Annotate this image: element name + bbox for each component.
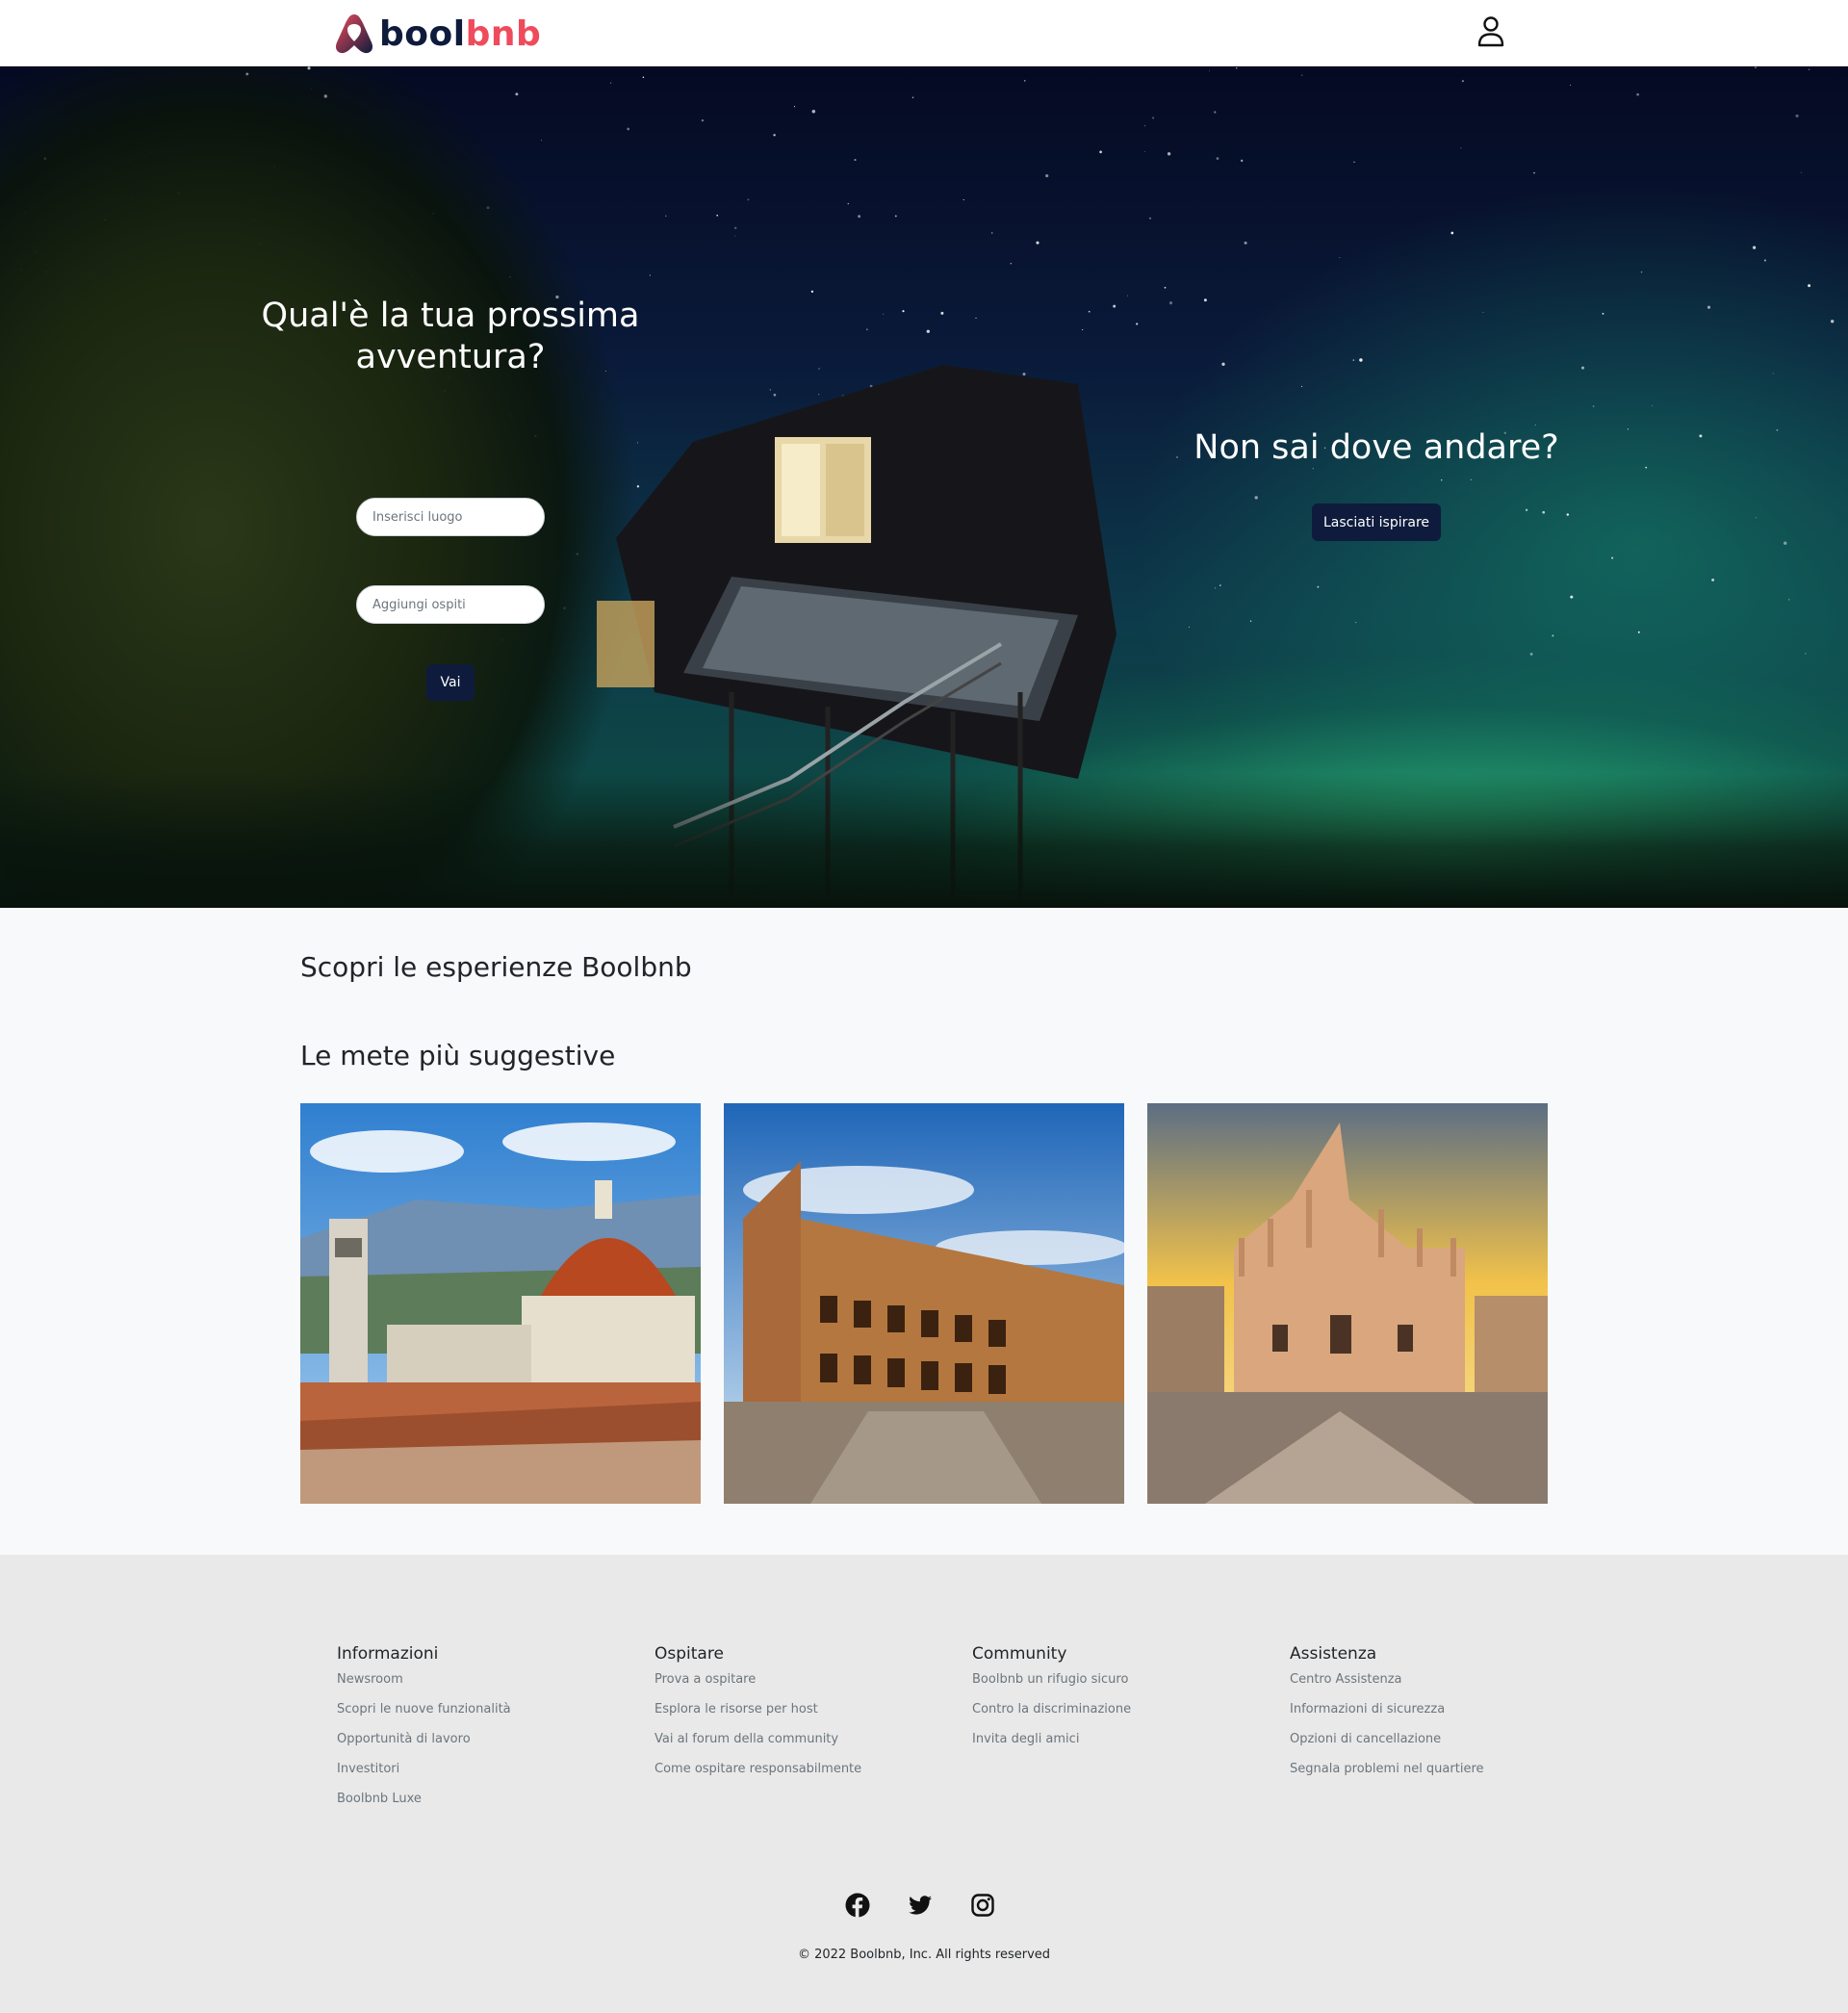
boolbnb-logo-icon [335,14,373,54]
footer-link[interactable]: Segnala problemi nel quartiere [1290,1760,1578,1790]
destination-card-rome[interactable] [724,1103,1124,1504]
milan-duomo-image [1147,1103,1548,1504]
footer-link[interactable]: Centro Assistenza [1290,1670,1578,1700]
guests-input[interactable] [356,585,545,624]
footer-link[interactable]: Contro la discriminazione [972,1700,1261,1730]
footer-link[interactable]: Opzioni di cancellazione [1290,1730,1578,1760]
search-panel: Qual'è la tua prossima avventura? Vai [258,296,643,701]
rome-colosseum-image [724,1103,1124,1504]
inspiration-title: Non sai dove andare? [1194,428,1559,467]
footer-column-community: Community Boolbnb un rifugio sicuro Cont… [972,1644,1261,1760]
copyright-text: © 2022 Boolbnb, Inc. All rights reserved [797,1948,1051,1962]
destinations-title: Le mete più suggestive [300,1040,616,1071]
twitter-icon[interactable] [908,1893,933,1918]
facebook-icon[interactable] [845,1893,870,1918]
destination-card-milan[interactable] [1147,1103,1548,1504]
footer-column-ospitare: Ospitare Prova a ospitare Esplora le ris… [654,1644,943,1790]
footer-column-title: Assistenza [1290,1644,1377,1664]
footer-link[interactable]: Esplora le risorse per host [654,1700,943,1730]
footer-link[interactable]: Vai al forum della community [654,1730,943,1760]
instagram-icon[interactable] [970,1893,995,1918]
footer-column-assistenza: Assistenza Centro Assistenza Informazion… [1290,1644,1578,1790]
inspire-button[interactable]: Lasciati ispirare [1312,503,1441,541]
footer-column-title: Ospitare [654,1644,724,1664]
experiences-title: Scopri le esperienze Boolbnb [300,951,692,983]
footer-link[interactable]: Newsroom [337,1670,626,1700]
footer-link[interactable]: Scopri le nuove funzionalità [337,1700,626,1730]
hero-banner: Qual'è la tua prossima avventura? Vai No… [0,66,1848,908]
footer-link[interactable]: Investitori [337,1760,626,1790]
boolbnb-logo[interactable]: boolbnb [333,12,541,56]
footer-link[interactable]: Opportunità di lavoro [337,1730,626,1760]
footer-link[interactable]: Invita degli amici [972,1730,1261,1760]
footer-link[interactable]: Boolbnb un rifugio sicuro [972,1670,1261,1700]
logo-wordmark: boolbnb [379,13,542,54]
treeline-silhouette [0,773,1848,908]
footer-column-title: Community [972,1644,1067,1664]
footer-link[interactable]: Informazioni di sicurezza [1290,1700,1578,1730]
site-footer: Informazioni Newsroom Scopri le nuove fu… [0,1555,1848,2013]
footer-column-title: Informazioni [337,1644,439,1664]
destinations-gallery [300,1103,1548,1504]
user-icon[interactable] [1476,15,1505,48]
footer-link[interactable]: Boolbnb Luxe [337,1790,626,1819]
footer-link[interactable]: Prova a ospitare [654,1670,943,1700]
footer-column-informazioni: Informazioni Newsroom Scopri le nuove fu… [337,1644,626,1819]
site-header: boolbnb [0,0,1848,66]
florence-duomo-image [300,1103,701,1504]
social-links [845,1893,1003,1920]
go-button[interactable]: Vai [426,664,475,701]
hero-title: Qual'è la tua prossima avventura? [261,297,640,376]
inspiration-panel: Non sai dove andare? Lasciati ispirare [1184,428,1569,541]
destination-card-florence[interactable] [300,1103,701,1504]
place-search-input[interactable] [356,498,545,536]
footer-link[interactable]: Come ospitare responsabilmente [654,1760,943,1790]
